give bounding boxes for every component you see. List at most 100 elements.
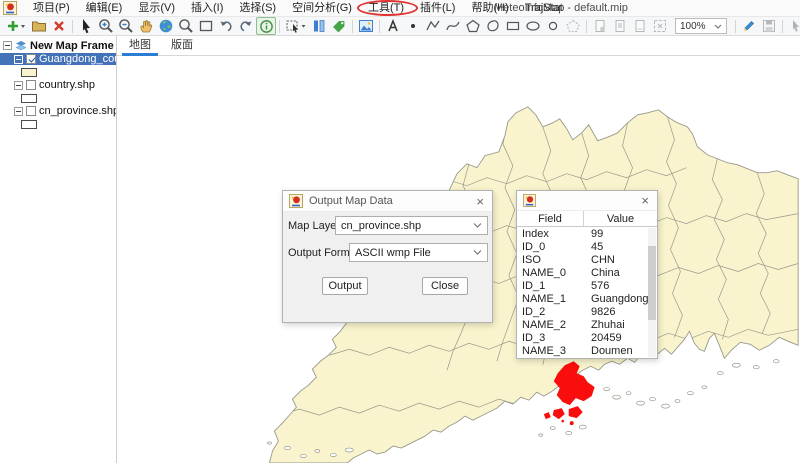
map-frame-label: New Map Frame: [30, 40, 114, 52]
menu-item-insert[interactable]: 插入(I): [183, 0, 231, 17]
layer-symbol-row: [0, 66, 116, 78]
toolbar-separator: [782, 20, 783, 33]
curve-tool-button[interactable]: [443, 17, 463, 35]
toolbar-separator: [586, 20, 587, 33]
value-cell: Doumen: [587, 345, 633, 357]
menu-item-project[interactable]: 项目(P): [25, 0, 78, 17]
zoom-rectangle-button[interactable]: [196, 17, 216, 35]
rectangle-tool-button[interactable]: [503, 17, 523, 35]
layer-checkbox-checked[interactable]: [26, 54, 36, 64]
field-cell: NAME_1: [517, 293, 587, 305]
attribute-table-header: Field Value: [517, 210, 657, 227]
layers-panel: New Map Frame Guangdong_county.shp count…: [0, 36, 117, 463]
table-row: NAME_1Guangdong: [517, 292, 657, 305]
output-format-value: ASCII wmp File: [355, 247, 431, 259]
add-layer-button[interactable]: [3, 17, 29, 35]
edit-pencil-button[interactable]: [739, 17, 759, 35]
collapse-icon[interactable]: [14, 81, 23, 90]
zoom-to-layer-button[interactable]: [176, 17, 196, 35]
layer-node-cn-province[interactable]: cn_province.shp: [0, 105, 116, 117]
zoom-in-button[interactable]: [96, 17, 116, 35]
dialog-titlebar[interactable]: Output Map Data ×: [283, 191, 492, 212]
menu-item-view[interactable]: 显示(V): [130, 0, 183, 17]
menu-item-spatial-analysis[interactable]: 空间分析(G): [284, 0, 360, 17]
text-tool-button[interactable]: [383, 17, 403, 35]
collapse-icon[interactable]: [3, 41, 12, 50]
field-cell: ISO: [517, 254, 587, 266]
field-cell: NAME_3: [517, 345, 587, 357]
dialog-app-icon: [523, 194, 536, 207]
chevron-down-icon: [473, 223, 482, 228]
save-edit-button[interactable]: [759, 17, 779, 35]
label-button[interactable]: [329, 17, 349, 35]
collapse-icon[interactable]: [14, 55, 23, 64]
menu-item-tools[interactable]: 工具(T): [360, 0, 412, 17]
output-button-label: Output: [328, 280, 361, 292]
polygon-tool-button[interactable]: [463, 17, 483, 35]
menu-item-edit[interactable]: 编辑(E): [78, 0, 131, 17]
close-icon[interactable]: ×: [474, 195, 486, 208]
layer-checkbox-unchecked[interactable]: [26, 106, 36, 116]
field-cell: NAME_0: [517, 267, 587, 279]
zoom-level-combo[interactable]: 100%: [675, 18, 727, 34]
edit-select-button[interactable]: [786, 17, 800, 35]
polyline-tool-button[interactable]: [423, 17, 443, 35]
point-tool-button[interactable]: [403, 17, 423, 35]
dialog-titlebar[interactable]: ×: [517, 191, 657, 210]
chevron-down-icon: [714, 24, 722, 29]
select-arrow-button[interactable]: [76, 17, 96, 35]
map-frame-node[interactable]: New Map Frame: [0, 39, 116, 52]
curve-polygon-tool-button[interactable]: [483, 17, 503, 35]
fit-to-window-button[interactable]: [650, 17, 670, 35]
layer-checkbox-unchecked[interactable]: [26, 80, 36, 90]
pan-button[interactable]: [136, 17, 156, 35]
identify-attributes-dialog: × Field Value Index99 ID_045 ISOCHN NAME…: [516, 190, 658, 359]
identify-button[interactable]: [256, 17, 276, 35]
zoom-next-button[interactable]: [236, 17, 256, 35]
collapse-icon[interactable]: [14, 107, 23, 116]
layer-node-country[interactable]: country.shp: [0, 79, 116, 91]
tab-map[interactable]: 地图: [121, 34, 159, 55]
tab-layout[interactable]: 版面: [163, 34, 201, 55]
page-preview-button[interactable]: [630, 17, 650, 35]
scrollbar-thumb[interactable]: [648, 246, 656, 320]
toolbar-separator: [735, 20, 736, 33]
value-cell: Zhuhai: [587, 319, 625, 331]
menu-item-selection[interactable]: 选择(S): [231, 0, 284, 17]
open-file-button[interactable]: [29, 17, 49, 35]
menu-item-plugins[interactable]: 插件(L): [412, 0, 463, 17]
zoom-out-button[interactable]: [116, 17, 136, 35]
zoom-previous-button[interactable]: [216, 17, 236, 35]
output-format-select[interactable]: ASCII wmp File: [349, 243, 488, 262]
map-tabs: 地图 版面: [117, 36, 800, 56]
new-layout-button[interactable]: [590, 17, 610, 35]
output-map-data-dialog: Output Map Data × Map Layer: cn_province…: [282, 190, 493, 323]
map-image-button[interactable]: [356, 17, 376, 35]
layer-symbol-row: [0, 118, 116, 130]
page-setup-button[interactable]: [610, 17, 630, 35]
window-title: MeteoInfoMap - default.mip: [494, 2, 628, 14]
select-features-button[interactable]: [283, 17, 309, 35]
value-cell: 20459: [587, 332, 622, 344]
attribute-table-button[interactable]: [309, 17, 329, 35]
full-extent-button[interactable]: [156, 17, 176, 35]
dialog-title: Output Map Data: [309, 195, 468, 207]
output-button[interactable]: Output: [322, 277, 368, 295]
circle-tool-button[interactable]: [543, 17, 563, 35]
value-cell: 9826: [587, 306, 615, 318]
tab-layout-label: 版面: [171, 39, 193, 51]
layer-node-guangdong-county[interactable]: Guangdong_county.shp: [0, 53, 116, 65]
edit-graphic-button[interactable]: [563, 17, 583, 35]
layer-symbol-swatch: [21, 68, 37, 77]
value-cell: China: [587, 267, 620, 279]
zoom-level-value: 100%: [680, 21, 706, 32]
table-row: ISOCHN: [517, 253, 657, 266]
close-button[interactable]: Close: [422, 277, 468, 295]
map-layer-select[interactable]: cn_province.shp: [335, 216, 488, 235]
table-row: NAME_2Zhuhai: [517, 318, 657, 331]
ellipse-tool-button[interactable]: [523, 17, 543, 35]
table-row: NAME_3Doumen: [517, 344, 657, 357]
close-icon[interactable]: ×: [639, 194, 651, 207]
remove-layer-button[interactable]: [49, 17, 69, 35]
scrollbar-track[interactable]: [648, 228, 656, 357]
